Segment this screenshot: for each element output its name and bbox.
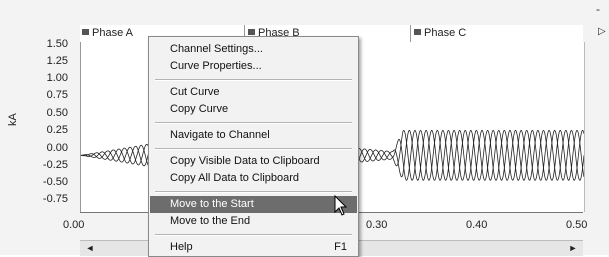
y-tick-label: -0.75 xyxy=(42,193,68,205)
tab-phase-a[interactable]: Phase A xyxy=(82,25,133,42)
menu-separator xyxy=(155,79,352,81)
menu-item-curve-properties[interactable]: Curve Properties... xyxy=(150,58,357,75)
menu-item-move-to-end[interactable]: Move to the End xyxy=(150,213,357,230)
y-tick-label: 1.00 xyxy=(46,72,68,84)
tab-scroll-right-icon[interactable]: ▷ xyxy=(598,26,606,37)
menu-item-navigate-to-channel[interactable]: Navigate to Channel xyxy=(150,127,357,144)
menu-item-label: Navigate to Channel xyxy=(170,129,270,141)
y-tick-label: 0.75 xyxy=(46,89,68,101)
menu-item-channel-settings[interactable]: Channel Settings... xyxy=(150,41,357,58)
y-axis-label: kA xyxy=(7,113,19,126)
menu-item-label: Help xyxy=(170,241,193,253)
menu-item-label: Copy Curve xyxy=(170,103,229,115)
menu-item-label: Cut Curve xyxy=(170,86,220,98)
y-tick-label: -0.50 xyxy=(42,176,68,188)
y-tick-label: -0.25 xyxy=(42,159,68,171)
mouse-pointer-icon xyxy=(334,195,348,216)
minimize-glyph[interactable]: - xyxy=(596,2,600,16)
menu-separator xyxy=(155,148,352,150)
menu-item-shortcut: F1 xyxy=(334,241,347,253)
menu-item-label: Copy Visible Data to Clipboard xyxy=(170,155,320,167)
x-tick-label: 0.00 xyxy=(63,219,85,231)
phase-a-swatch-icon xyxy=(82,29,89,35)
context-menu: Channel Settings... Curve Properties... … xyxy=(148,36,359,257)
scroll-right-icon[interactable]: ► xyxy=(565,241,581,255)
y-tick-label: 0.25 xyxy=(46,124,68,136)
menu-separator xyxy=(155,234,352,236)
tab-phase-c[interactable]: Phase C xyxy=(414,25,466,42)
tab-phase-c-label: Phase C xyxy=(424,27,467,39)
y-tick-label: 0.00 xyxy=(46,142,68,154)
menu-item-help[interactable]: Help F1 xyxy=(150,239,357,256)
x-tick-label: 0.50 xyxy=(566,219,588,231)
phase-c-swatch-icon xyxy=(414,29,421,35)
menu-item-label: Channel Settings... xyxy=(170,43,263,55)
tab-divider xyxy=(410,25,411,42)
menu-item-copy-visible-data[interactable]: Copy Visible Data to Clipboard xyxy=(150,153,357,170)
y-tick-label: 0.50 xyxy=(46,107,68,119)
y-tick-label: 1.50 xyxy=(46,38,68,50)
menu-item-label: Move to the Start xyxy=(170,198,254,210)
menu-item-cut-curve[interactable]: Cut Curve xyxy=(150,84,357,101)
scroll-left-icon[interactable]: ◄ xyxy=(82,241,98,255)
menu-item-copy-all-data[interactable]: Copy All Data to Clipboard xyxy=(150,170,357,187)
menu-separator xyxy=(155,122,352,124)
menu-item-label: Curve Properties... xyxy=(170,60,262,72)
tab-phase-a-label: Phase A xyxy=(92,27,133,39)
menu-item-move-to-start[interactable]: Move to the Start xyxy=(150,196,357,213)
x-tick-label: 0.30 xyxy=(366,219,388,231)
y-tick-label: 1.25 xyxy=(46,55,68,67)
x-tick-label: 0.40 xyxy=(466,219,488,231)
menu-item-copy-curve[interactable]: Copy Curve xyxy=(150,101,357,118)
menu-item-label: Copy All Data to Clipboard xyxy=(170,172,300,184)
menu-separator xyxy=(155,191,352,193)
menu-item-label: Move to the End xyxy=(170,215,251,227)
phase-b-swatch-icon xyxy=(248,29,255,35)
